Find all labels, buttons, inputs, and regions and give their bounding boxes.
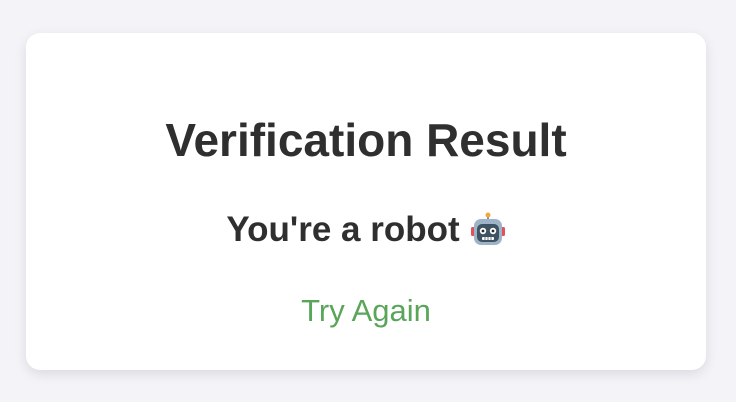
robot-icon xyxy=(470,212,506,248)
result-message-text: You're a robot xyxy=(226,210,460,249)
result-card: Verification Result You're a robot Try A… xyxy=(26,33,706,370)
try-again-link[interactable]: Try Again xyxy=(26,291,706,331)
result-message: You're a robot xyxy=(26,209,706,251)
page-title: Verification Result xyxy=(165,114,567,166)
